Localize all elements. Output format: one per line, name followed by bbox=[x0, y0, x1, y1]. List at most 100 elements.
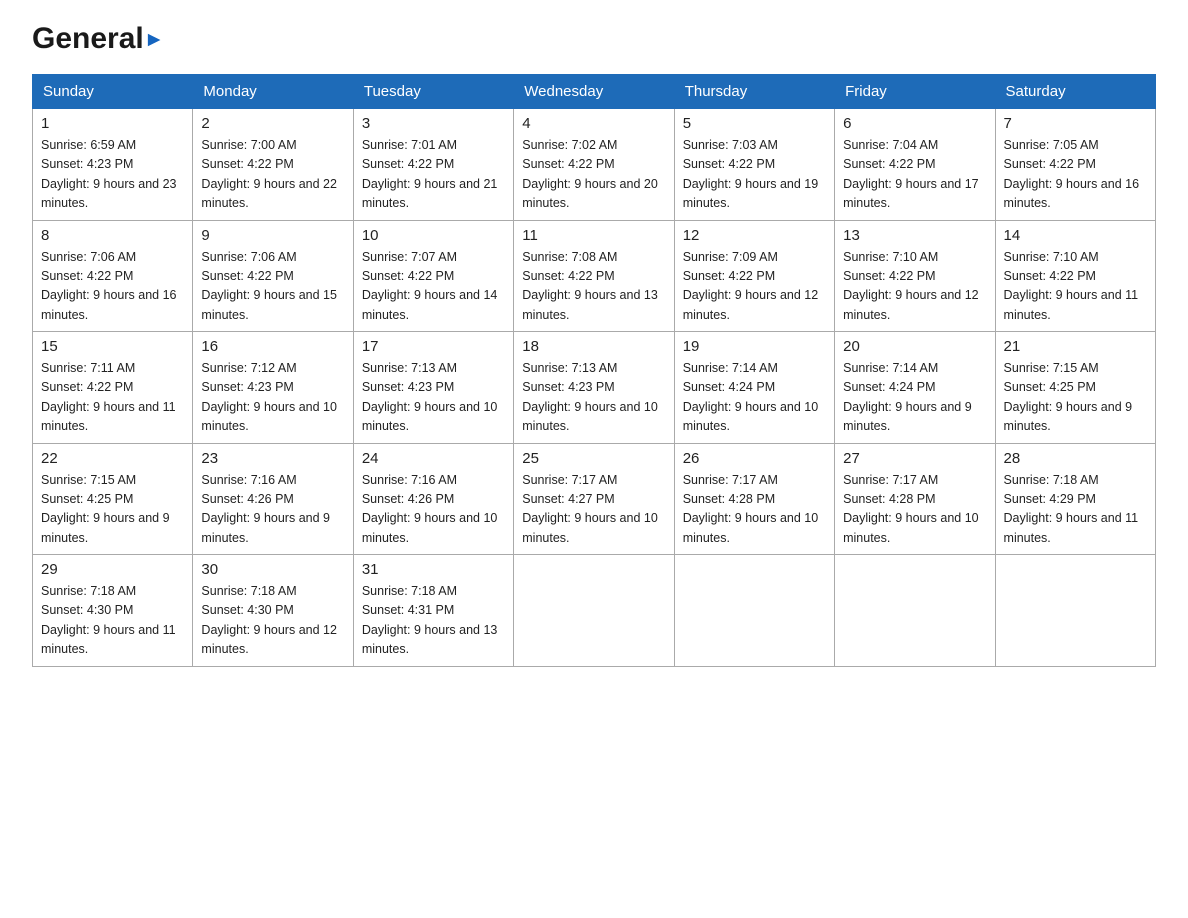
calendar-day-cell: 12 Sunrise: 7:09 AMSunset: 4:22 PMDaylig… bbox=[674, 220, 834, 332]
calendar-day-cell: 4 Sunrise: 7:02 AMSunset: 4:22 PMDayligh… bbox=[514, 109, 674, 221]
day-info: Sunrise: 7:13 AMSunset: 4:23 PMDaylight:… bbox=[362, 359, 505, 437]
day-number: 17 bbox=[362, 338, 505, 355]
day-number: 5 bbox=[683, 115, 826, 132]
calendar-day-cell: 10 Sunrise: 7:07 AMSunset: 4:22 PMDaylig… bbox=[353, 220, 513, 332]
calendar-day-cell: 30 Sunrise: 7:18 AMSunset: 4:30 PMDaylig… bbox=[193, 555, 353, 667]
calendar-day-cell: 19 Sunrise: 7:14 AMSunset: 4:24 PMDaylig… bbox=[674, 332, 834, 444]
day-info: Sunrise: 7:13 AMSunset: 4:23 PMDaylight:… bbox=[522, 359, 665, 437]
day-number: 15 bbox=[41, 338, 184, 355]
day-info: Sunrise: 7:14 AMSunset: 4:24 PMDaylight:… bbox=[843, 359, 986, 437]
day-number: 1 bbox=[41, 115, 184, 132]
calendar-week-row: 1 Sunrise: 6:59 AMSunset: 4:23 PMDayligh… bbox=[33, 109, 1156, 221]
day-info: Sunrise: 7:11 AMSunset: 4:22 PMDaylight:… bbox=[41, 359, 184, 437]
calendar-day-cell bbox=[995, 555, 1155, 667]
calendar-week-row: 15 Sunrise: 7:11 AMSunset: 4:22 PMDaylig… bbox=[33, 332, 1156, 444]
calendar-day-cell: 7 Sunrise: 7:05 AMSunset: 4:22 PMDayligh… bbox=[995, 109, 1155, 221]
day-info: Sunrise: 7:03 AMSunset: 4:22 PMDaylight:… bbox=[683, 136, 826, 214]
day-number: 4 bbox=[522, 115, 665, 132]
weekday-header: Saturday bbox=[995, 75, 1155, 109]
calendar-day-cell: 31 Sunrise: 7:18 AMSunset: 4:31 PMDaylig… bbox=[353, 555, 513, 667]
day-number: 8 bbox=[41, 227, 184, 244]
calendar-day-cell: 18 Sunrise: 7:13 AMSunset: 4:23 PMDaylig… bbox=[514, 332, 674, 444]
calendar-day-cell bbox=[674, 555, 834, 667]
calendar-day-cell: 22 Sunrise: 7:15 AMSunset: 4:25 PMDaylig… bbox=[33, 443, 193, 555]
day-number: 12 bbox=[683, 227, 826, 244]
day-info: Sunrise: 7:05 AMSunset: 4:22 PMDaylight:… bbox=[1004, 136, 1147, 214]
day-number: 11 bbox=[522, 227, 665, 244]
calendar-day-cell: 3 Sunrise: 7:01 AMSunset: 4:22 PMDayligh… bbox=[353, 109, 513, 221]
calendar-week-row: 22 Sunrise: 7:15 AMSunset: 4:25 PMDaylig… bbox=[33, 443, 1156, 555]
weekday-header: Friday bbox=[835, 75, 995, 109]
day-number: 31 bbox=[362, 561, 505, 578]
calendar-day-cell: 24 Sunrise: 7:16 AMSunset: 4:26 PMDaylig… bbox=[353, 443, 513, 555]
day-number: 29 bbox=[41, 561, 184, 578]
calendar-day-cell: 9 Sunrise: 7:06 AMSunset: 4:22 PMDayligh… bbox=[193, 220, 353, 332]
calendar-day-cell: 11 Sunrise: 7:08 AMSunset: 4:22 PMDaylig… bbox=[514, 220, 674, 332]
day-number: 2 bbox=[201, 115, 344, 132]
day-number: 20 bbox=[843, 338, 986, 355]
day-info: Sunrise: 7:18 AMSunset: 4:30 PMDaylight:… bbox=[201, 582, 344, 660]
day-number: 3 bbox=[362, 115, 505, 132]
day-number: 25 bbox=[522, 450, 665, 467]
day-info: Sunrise: 7:10 AMSunset: 4:22 PMDaylight:… bbox=[1004, 248, 1147, 326]
calendar-week-row: 8 Sunrise: 7:06 AMSunset: 4:22 PMDayligh… bbox=[33, 220, 1156, 332]
day-number: 6 bbox=[843, 115, 986, 132]
calendar-day-cell: 23 Sunrise: 7:16 AMSunset: 4:26 PMDaylig… bbox=[193, 443, 353, 555]
day-number: 7 bbox=[1004, 115, 1147, 132]
calendar-week-row: 29 Sunrise: 7:18 AMSunset: 4:30 PMDaylig… bbox=[33, 555, 1156, 667]
day-info: Sunrise: 7:01 AMSunset: 4:22 PMDaylight:… bbox=[362, 136, 505, 214]
calendar-day-cell bbox=[514, 555, 674, 667]
day-info: Sunrise: 7:04 AMSunset: 4:22 PMDaylight:… bbox=[843, 136, 986, 214]
page-header: General► bbox=[32, 24, 1156, 56]
day-info: Sunrise: 6:59 AMSunset: 4:23 PMDaylight:… bbox=[41, 136, 184, 214]
day-number: 22 bbox=[41, 450, 184, 467]
day-info: Sunrise: 7:17 AMSunset: 4:28 PMDaylight:… bbox=[683, 471, 826, 549]
calendar-day-cell: 15 Sunrise: 7:11 AMSunset: 4:22 PMDaylig… bbox=[33, 332, 193, 444]
weekday-header: Wednesday bbox=[514, 75, 674, 109]
calendar-day-cell: 1 Sunrise: 6:59 AMSunset: 4:23 PMDayligh… bbox=[33, 109, 193, 221]
logo-general-text: General► bbox=[32, 24, 165, 54]
calendar-day-cell: 28 Sunrise: 7:18 AMSunset: 4:29 PMDaylig… bbox=[995, 443, 1155, 555]
day-number: 16 bbox=[201, 338, 344, 355]
day-number: 19 bbox=[683, 338, 826, 355]
day-info: Sunrise: 7:08 AMSunset: 4:22 PMDaylight:… bbox=[522, 248, 665, 326]
calendar-day-cell: 21 Sunrise: 7:15 AMSunset: 4:25 PMDaylig… bbox=[995, 332, 1155, 444]
weekday-header: Sunday bbox=[33, 75, 193, 109]
day-info: Sunrise: 7:16 AMSunset: 4:26 PMDaylight:… bbox=[201, 471, 344, 549]
day-number: 13 bbox=[843, 227, 986, 244]
calendar-day-cell: 27 Sunrise: 7:17 AMSunset: 4:28 PMDaylig… bbox=[835, 443, 995, 555]
calendar-day-cell: 16 Sunrise: 7:12 AMSunset: 4:23 PMDaylig… bbox=[193, 332, 353, 444]
calendar-day-cell: 2 Sunrise: 7:00 AMSunset: 4:22 PMDayligh… bbox=[193, 109, 353, 221]
calendar-day-cell: 25 Sunrise: 7:17 AMSunset: 4:27 PMDaylig… bbox=[514, 443, 674, 555]
calendar-table: SundayMondayTuesdayWednesdayThursdayFrid… bbox=[32, 74, 1156, 667]
day-info: Sunrise: 7:06 AMSunset: 4:22 PMDaylight:… bbox=[41, 248, 184, 326]
day-info: Sunrise: 7:18 AMSunset: 4:29 PMDaylight:… bbox=[1004, 471, 1147, 549]
day-number: 24 bbox=[362, 450, 505, 467]
day-info: Sunrise: 7:15 AMSunset: 4:25 PMDaylight:… bbox=[41, 471, 184, 549]
day-info: Sunrise: 7:16 AMSunset: 4:26 PMDaylight:… bbox=[362, 471, 505, 549]
day-number: 23 bbox=[201, 450, 344, 467]
day-info: Sunrise: 7:18 AMSunset: 4:30 PMDaylight:… bbox=[41, 582, 184, 660]
day-info: Sunrise: 7:15 AMSunset: 4:25 PMDaylight:… bbox=[1004, 359, 1147, 437]
calendar-body: 1 Sunrise: 6:59 AMSunset: 4:23 PMDayligh… bbox=[33, 109, 1156, 667]
day-number: 18 bbox=[522, 338, 665, 355]
day-number: 21 bbox=[1004, 338, 1147, 355]
weekday-header: Thursday bbox=[674, 75, 834, 109]
calendar-day-cell: 6 Sunrise: 7:04 AMSunset: 4:22 PMDayligh… bbox=[835, 109, 995, 221]
calendar-day-cell: 5 Sunrise: 7:03 AMSunset: 4:22 PMDayligh… bbox=[674, 109, 834, 221]
day-number: 28 bbox=[1004, 450, 1147, 467]
day-number: 10 bbox=[362, 227, 505, 244]
day-info: Sunrise: 7:09 AMSunset: 4:22 PMDaylight:… bbox=[683, 248, 826, 326]
logo: General► bbox=[32, 24, 165, 56]
calendar-day-cell: 13 Sunrise: 7:10 AMSunset: 4:22 PMDaylig… bbox=[835, 220, 995, 332]
calendar-day-cell: 29 Sunrise: 7:18 AMSunset: 4:30 PMDaylig… bbox=[33, 555, 193, 667]
day-info: Sunrise: 7:00 AMSunset: 4:22 PMDaylight:… bbox=[201, 136, 344, 214]
calendar-day-cell: 14 Sunrise: 7:10 AMSunset: 4:22 PMDaylig… bbox=[995, 220, 1155, 332]
day-number: 9 bbox=[201, 227, 344, 244]
day-info: Sunrise: 7:14 AMSunset: 4:24 PMDaylight:… bbox=[683, 359, 826, 437]
day-info: Sunrise: 7:02 AMSunset: 4:22 PMDaylight:… bbox=[522, 136, 665, 214]
day-info: Sunrise: 7:12 AMSunset: 4:23 PMDaylight:… bbox=[201, 359, 344, 437]
day-number: 30 bbox=[201, 561, 344, 578]
calendar-day-cell: 20 Sunrise: 7:14 AMSunset: 4:24 PMDaylig… bbox=[835, 332, 995, 444]
day-number: 26 bbox=[683, 450, 826, 467]
